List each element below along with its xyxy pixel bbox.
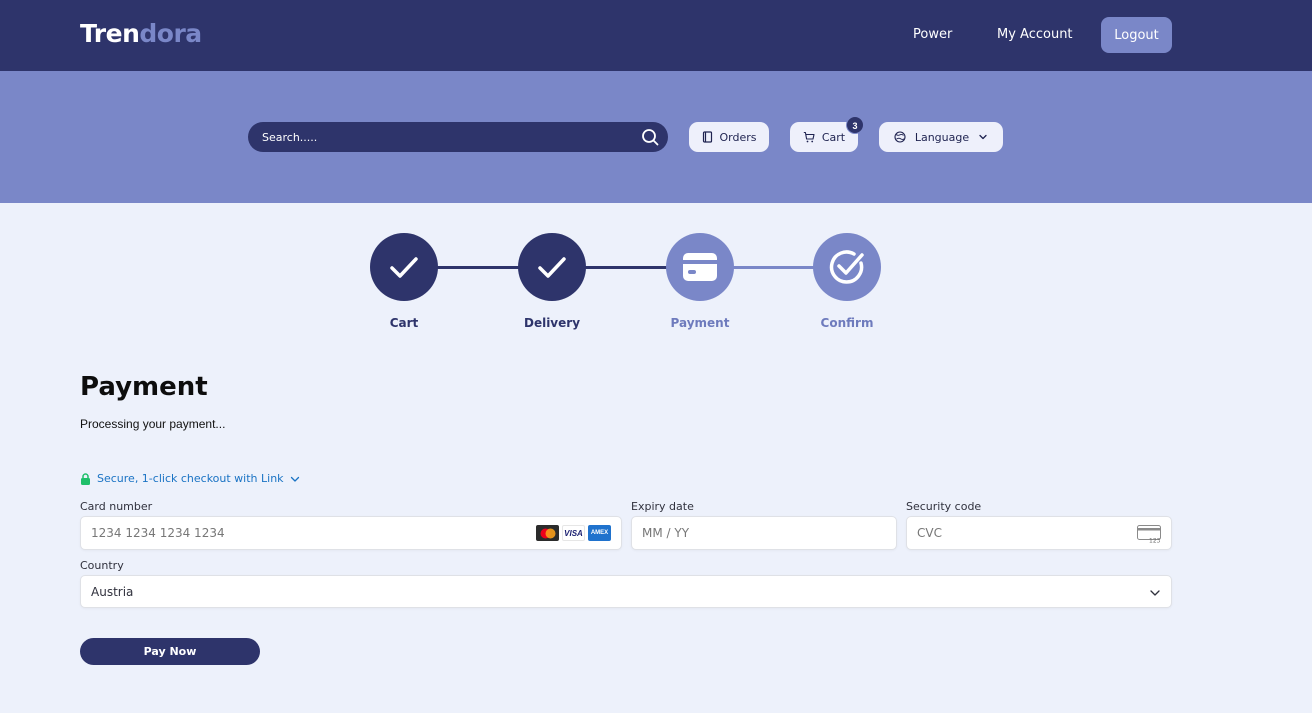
logout-button[interactable]: Logout xyxy=(1101,17,1172,53)
top-navbar: Trendora Power My Account Logout xyxy=(0,0,1312,71)
visa-icon: VISA xyxy=(562,525,585,541)
step-confirm-circle xyxy=(813,233,881,301)
expiry-date-label: Expiry date xyxy=(631,500,694,513)
card-number-label: Card number xyxy=(80,500,153,513)
step-cart-label: Cart xyxy=(389,316,419,330)
step-connector xyxy=(436,266,520,269)
pay-now-button[interactable]: Pay Now xyxy=(80,638,260,665)
cart-icon xyxy=(803,131,815,143)
cart-label: Cart xyxy=(821,130,846,144)
logo-part2: dora xyxy=(139,19,202,48)
page-title: Payment xyxy=(80,372,208,402)
step-payment-circle xyxy=(666,233,734,301)
svg-text:123: 123 xyxy=(1149,538,1161,544)
mastercard-icon xyxy=(536,525,559,541)
check-icon xyxy=(390,257,418,278)
language-label: Language xyxy=(914,130,970,144)
step-confirm-label: Confirm xyxy=(820,316,874,330)
country-label: Country xyxy=(80,559,124,572)
step-connector xyxy=(584,266,668,269)
search-bar xyxy=(248,122,668,152)
chevron-down-icon xyxy=(1150,590,1160,596)
search-input[interactable] xyxy=(262,122,622,152)
logo[interactable]: Trendora xyxy=(80,19,202,48)
country-select[interactable]: Austria xyxy=(80,575,1172,608)
card-brands: VISA AMEX xyxy=(536,525,611,541)
check-icon xyxy=(538,257,566,278)
search-icon[interactable] xyxy=(641,128,659,146)
check-circle-icon xyxy=(829,250,864,284)
step-cart-circle xyxy=(370,233,438,301)
search-toolbar: Orders Cart 3 Language xyxy=(0,71,1312,203)
orders-book-icon xyxy=(702,131,712,143)
card-number-field: VISA AMEX xyxy=(80,516,622,550)
credit-card-icon xyxy=(683,253,717,281)
globe-icon xyxy=(894,131,906,143)
expiry-date-input[interactable] xyxy=(642,517,840,549)
chevron-down-icon xyxy=(290,476,299,482)
orders-label: Orders xyxy=(719,130,757,144)
amex-icon: AMEX xyxy=(588,525,611,541)
expiry-date-field xyxy=(631,516,897,550)
payment-status-text: Processing your payment... xyxy=(80,417,226,431)
nav-my-account-link[interactable]: My Account xyxy=(997,27,1073,42)
step-connector xyxy=(732,266,816,269)
security-code-field: 123 xyxy=(906,516,1172,550)
step-payment-label: Payment xyxy=(670,316,730,330)
country-value: Austria xyxy=(91,585,134,599)
step-delivery-label: Delivery xyxy=(523,316,581,330)
logo-part1: Tren xyxy=(80,19,140,48)
lock-icon xyxy=(81,472,90,485)
nav-power-link[interactable]: Power xyxy=(913,27,952,42)
security-code-input[interactable] xyxy=(917,517,1115,549)
link-checkout-text: Secure, 1-click checkout with Link xyxy=(97,472,284,485)
card-number-input[interactable] xyxy=(91,517,496,549)
security-code-label: Security code xyxy=(906,500,982,513)
link-checkout-toggle[interactable]: Secure, 1-click checkout with Link xyxy=(80,472,300,485)
language-dropdown[interactable]: Language xyxy=(879,122,1003,152)
cvc-card-icon: 123 xyxy=(1137,525,1161,543)
orders-button[interactable]: Orders xyxy=(689,122,769,152)
step-delivery-circle xyxy=(518,233,586,301)
chevron-down-icon xyxy=(979,134,987,140)
cart-count-badge: 3 xyxy=(846,116,864,134)
